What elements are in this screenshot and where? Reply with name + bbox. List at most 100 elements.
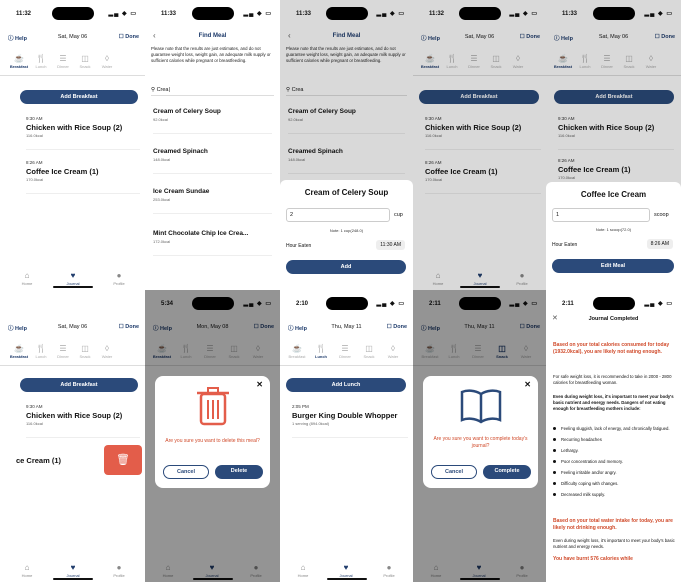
nav-journal[interactable]: ♥ Journal	[197, 563, 227, 578]
delete-button[interactable]: Delete	[215, 465, 263, 479]
nav-home[interactable]: ⌂ Home	[423, 271, 453, 286]
list-item[interactable]: Ice Cream Sundae 253.0kcal	[153, 180, 272, 214]
tab-water[interactable]: ◊ Water	[515, 344, 537, 359]
nav-home[interactable]: ⌂ Home	[288, 563, 318, 578]
list-item[interactable]: 9:30 AM Chicken with Rice Soup (2) 116.0kc…	[26, 404, 140, 438]
tab-water[interactable]: ◊ Water	[507, 54, 529, 69]
tab-dinner[interactable]: ☰ Dinner	[52, 54, 74, 69]
tab-water[interactable]: ◊ Water	[640, 54, 662, 69]
complete-button[interactable]: Complete	[483, 465, 531, 479]
nav-home[interactable]: ⌂ Home	[153, 563, 183, 578]
list-item[interactable]: Mint Chocolate Chip Ice Crea... 172.0kcal	[153, 222, 272, 256]
add-breakfast-button[interactable]: Add Breakfast	[554, 90, 674, 104]
breakfast-icon: ☕	[292, 344, 302, 353]
nav-journal[interactable]: ♥ Journal	[58, 271, 88, 286]
search-input[interactable]: ⚲ Crea|	[151, 84, 274, 96]
tab-breakfast[interactable]: ☕ Breakfast	[419, 344, 441, 359]
nav-profile[interactable]: ● Profile	[507, 271, 537, 286]
list-item[interactable]: Cream of Celery Soup 92.0kcal	[153, 100, 272, 134]
nav-journal[interactable]: ♥ Journal	[58, 563, 88, 578]
add-breakfast-button[interactable]: Add Breakfast	[20, 378, 138, 392]
tab-breakfast[interactable]: ☕ Breakfast	[419, 54, 441, 69]
tab-dinner[interactable]: ☰ Dinner	[596, 54, 618, 69]
hour-picker[interactable]: 11:30 AM	[376, 240, 405, 250]
nav-profile[interactable]: ● Profile	[104, 563, 134, 578]
tab-dinner[interactable]: ☰ Dinner	[463, 54, 485, 69]
tab-dinner[interactable]: ☰ Dinner	[334, 344, 356, 359]
tab-snack[interactable]: ◫ Snack	[491, 344, 513, 359]
nav-home[interactable]: ⌂ Home	[421, 563, 451, 578]
nav-home[interactable]: ⌂ Home	[12, 271, 42, 286]
tab-snack[interactable]: ◫ Snack	[74, 344, 96, 359]
nav-label: Profile	[516, 573, 528, 578]
done-button[interactable]: ☐ Done	[119, 324, 139, 330]
tab-snack[interactable]: ◫ Snack	[358, 344, 380, 359]
tab-lunch[interactable]: 🍴 Lunch	[441, 54, 463, 69]
cancel-button[interactable]: Cancel	[163, 465, 209, 479]
nav-home[interactable]: ⌂ Home	[12, 563, 42, 578]
tab-dinner[interactable]: ☰ Dinner	[52, 344, 74, 359]
tab-lunch[interactable]: 🍴 Lunch	[443, 344, 465, 359]
nav-journal[interactable]: ♥ Journal	[331, 563, 361, 578]
add-button[interactable]: Add	[286, 260, 406, 274]
nav-profile[interactable]: ● Profile	[507, 563, 537, 578]
list-item[interactable]: 9:30 AM Chicken with Rice Soup (2) 116.0kc…	[558, 116, 674, 150]
nav-profile[interactable]: ● Profile	[241, 563, 271, 578]
add-lunch-button[interactable]: Add Lunch	[286, 378, 406, 392]
done-button[interactable]: ☐ Done	[520, 324, 540, 330]
hour-picker[interactable]: 8:26 AM	[646, 239, 673, 249]
tab-breakfast[interactable]: ☕ Breakfast	[8, 344, 30, 359]
nav-profile[interactable]: ● Profile	[104, 271, 134, 286]
tab-lunch[interactable]: 🍴 Lunch	[175, 344, 197, 359]
nav-journal[interactable]: ♥ Journal	[464, 563, 494, 578]
tab-breakfast[interactable]: ☕ Breakfast	[8, 54, 30, 69]
entry-time: 9:30 AM	[425, 116, 442, 121]
tab-breakfast[interactable]: ☕ Breakfast	[552, 54, 574, 69]
tab-snack[interactable]: ◫ Snack	[618, 54, 640, 69]
list-item[interactable]: ce Cream (1)	[16, 450, 106, 484]
tab-water[interactable]: ◊ Water	[382, 344, 404, 359]
tab-dinner[interactable]: ☰ Dinner	[467, 344, 489, 359]
list-item[interactable]: Cream of Celery Soup 92.0kcal	[288, 100, 405, 134]
quantity-field[interactable]: 1	[552, 208, 650, 222]
done-button[interactable]: ☐ Done	[520, 34, 540, 40]
add-breakfast-button[interactable]: Add Breakfast	[419, 90, 539, 104]
list-item[interactable]: 9:30 AM Chicken with Rice Soup (2) 116.0kc…	[425, 116, 541, 150]
done-button[interactable]: ☐ Done	[655, 34, 675, 40]
list-item[interactable]: 9:30 AM Chicken with Rice Soup (2) 116.0kc…	[26, 116, 140, 150]
list-item[interactable]: 2:05 PM Burger King Double Whopper 1 servi…	[292, 404, 408, 438]
tab-lunch[interactable]: 🍴 Lunch	[310, 344, 332, 359]
quantity-field[interactable]: 2	[286, 208, 390, 222]
tab-snack[interactable]: ◫ Snack	[485, 54, 507, 69]
tab-snack[interactable]: ◫ Snack	[223, 344, 245, 359]
tab-water[interactable]: ◊ Water	[96, 54, 118, 69]
tab-lunch[interactable]: 🍴 Lunch	[30, 54, 52, 69]
tab-dinner[interactable]: ☰ Dinner	[199, 344, 221, 359]
tab-snack[interactable]: ◫ Snack	[74, 54, 96, 69]
edit-meal-button[interactable]: Edit Meal	[552, 259, 674, 273]
cancel-button[interactable]: Cancel	[431, 465, 477, 479]
list-item[interactable]: 8:26 AM Coffee Ice Cream (1) 170.0kcal	[425, 160, 541, 194]
tab-lunch[interactable]: 🍴 Lunch	[574, 54, 596, 69]
unit-select[interactable]: scoop	[654, 212, 669, 218]
list-item[interactable]: 8:26 AM Coffee Ice Cream (1) 170.0kcal	[26, 160, 140, 194]
tab-breakfast[interactable]: ☕ Breakfast	[151, 344, 173, 359]
close-icon[interactable]: ✕	[524, 380, 531, 389]
done-button[interactable]: ☐ Done	[387, 324, 407, 330]
list-item[interactable]: Creamed Spinach 148.0kcal	[288, 140, 405, 174]
tab-breakfast[interactable]: ☕ Breakfast	[286, 344, 308, 359]
unit-select[interactable]: cup	[394, 212, 403, 218]
tab-water[interactable]: ◊ Water	[247, 344, 269, 359]
list-item[interactable]: Creamed Spinach 148.0kcal	[153, 140, 272, 174]
nav-journal[interactable]: ♥ Journal	[465, 271, 495, 286]
done-button[interactable]: ☐ Done	[254, 324, 274, 330]
tab-lunch[interactable]: 🍴 Lunch	[30, 344, 52, 359]
tab-label: Snack	[490, 64, 502, 69]
add-breakfast-button[interactable]: Add Breakfast	[20, 90, 138, 104]
swipe-delete-button[interactable]: 🗑	[104, 445, 142, 475]
nav-profile[interactable]: ● Profile	[374, 563, 404, 578]
close-icon[interactable]: ✕	[256, 380, 263, 389]
done-button[interactable]: ☐ Done	[119, 34, 139, 40]
tab-water[interactable]: ◊ Water	[96, 344, 118, 359]
search-input[interactable]: ⚲ Crea	[286, 84, 407, 96]
